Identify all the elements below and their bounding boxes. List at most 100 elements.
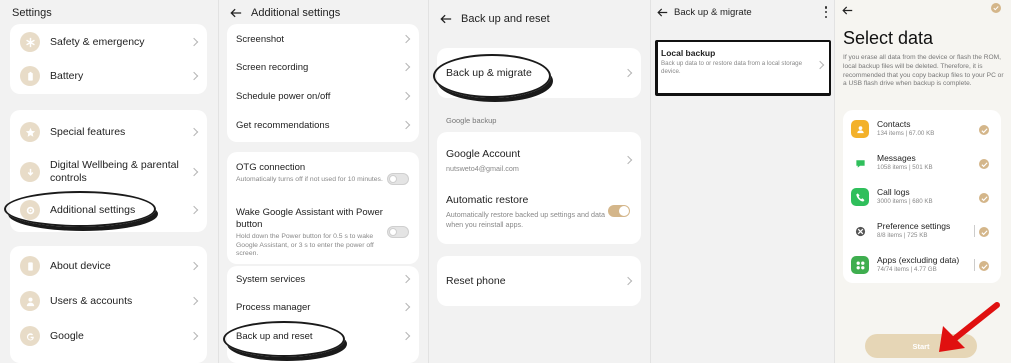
additional-settings-screen: Additional settings Screenshot Screen re… bbox=[218, 0, 428, 363]
back-arrow-icon[interactable] bbox=[439, 12, 453, 26]
menu-item-about-device[interactable]: About device bbox=[10, 252, 207, 280]
item-detail: 3000 items | 680 KB bbox=[877, 198, 933, 205]
asterisk-icon bbox=[20, 32, 40, 52]
menu-item-label: Google bbox=[50, 330, 84, 342]
settings-group-1: Screenshot Screen recording Schedule pow… bbox=[227, 24, 419, 142]
back-arrow-icon[interactable] bbox=[229, 6, 243, 20]
chevron-right-icon bbox=[401, 120, 411, 130]
item-name: Preference settings bbox=[877, 221, 951, 231]
otg-connection-item: OTG connection Automatically turns off i… bbox=[236, 162, 384, 185]
menu-item-label: Process manager bbox=[236, 301, 311, 313]
wake-assistant-description: Hold down the Power button for 0.5 s to … bbox=[236, 233, 374, 257]
check-icon[interactable] bbox=[979, 261, 989, 271]
check-icon[interactable] bbox=[979, 125, 989, 135]
google-account-email: nutsweto4@gmail.com bbox=[446, 164, 519, 173]
wake-assistant-item: Wake Google Assistant with Power button … bbox=[236, 207, 384, 259]
menu-item-google[interactable]: Google bbox=[10, 322, 207, 350]
chevron-right-icon bbox=[815, 60, 825, 70]
header: Back up and reset bbox=[439, 5, 650, 33]
menu-item-label: Special features bbox=[50, 126, 126, 138]
local-backup-text: Local backup Back up data to or restore … bbox=[661, 48, 811, 75]
menu-item-schedule-power[interactable]: Schedule power on/off bbox=[227, 83, 419, 109]
menu-item-special-features[interactable]: Special features bbox=[10, 118, 207, 146]
menu-item-users-accounts[interactable]: Users & accounts bbox=[10, 287, 207, 315]
highlight-ellipse bbox=[4, 191, 156, 227]
phone-icon bbox=[20, 256, 40, 276]
select-all-check-icon[interactable] bbox=[991, 3, 1001, 13]
automatic-restore-description: Automatically restore backed up settings… bbox=[446, 210, 606, 229]
page-title: Settings bbox=[12, 7, 52, 19]
menu-item-get-recommendations[interactable]: Get recommendations bbox=[227, 112, 419, 138]
settings-group-1: Safety & emergency Battery bbox=[10, 24, 207, 94]
chevron-right-icon bbox=[189, 167, 199, 177]
menu-item-screen-recording[interactable]: Screen recording bbox=[227, 54, 419, 80]
menu-item-process-manager[interactable]: Process manager bbox=[227, 294, 419, 320]
apps-icon bbox=[851, 256, 869, 274]
check-icon[interactable] bbox=[979, 193, 989, 203]
data-item-preference-settings[interactable]: Preference settings 8/8 items | 725 KB bbox=[843, 216, 1001, 246]
item-name: Contacts bbox=[877, 119, 911, 129]
item-detail: 8/8 items | 725 KB bbox=[877, 232, 928, 239]
menu-item-label: Screen recording bbox=[236, 61, 309, 73]
data-item-contacts[interactable]: Contacts 134 items | 67.00 KB bbox=[843, 114, 1001, 144]
chevron-right-icon bbox=[189, 331, 199, 341]
automatic-restore-toggle[interactable] bbox=[608, 205, 630, 217]
chevron-right-icon bbox=[623, 276, 633, 286]
chevron-right-icon bbox=[189, 71, 199, 81]
chevron-right-icon bbox=[189, 205, 199, 215]
more-options-icon[interactable] bbox=[824, 6, 828, 18]
data-item-apps[interactable]: Apps (excluding data) 74/74 items | 4.77… bbox=[843, 250, 1001, 280]
wellbeing-icon bbox=[20, 162, 40, 182]
contacts-icon bbox=[851, 120, 869, 138]
back-arrow-icon[interactable] bbox=[655, 5, 669, 19]
page-title: Back up & migrate bbox=[674, 6, 752, 18]
data-item-call-logs[interactable]: Call logs 3000 items | 680 KB bbox=[843, 182, 1001, 212]
otg-toggle[interactable] bbox=[387, 173, 409, 185]
menu-item-system-services[interactable]: System services bbox=[227, 266, 419, 292]
item-name: Call logs bbox=[877, 187, 910, 197]
menu-item-digital-wellbeing[interactable]: Digital Wellbeing & parental controls bbox=[10, 154, 207, 190]
menu-item-label: About device bbox=[50, 260, 111, 272]
chevron-right-icon bbox=[401, 274, 411, 284]
menu-item-battery[interactable]: Battery bbox=[10, 62, 207, 90]
data-item-messages[interactable]: Messages 1058 items | 501 KB bbox=[843, 148, 1001, 178]
red-arrow-annotation bbox=[939, 302, 1000, 352]
chevron-right-icon bbox=[401, 34, 411, 44]
menu-item-screenshot[interactable]: Screenshot bbox=[227, 26, 419, 52]
check-icon[interactable] bbox=[979, 227, 989, 237]
battery-icon bbox=[20, 66, 40, 86]
menu-item-label: Reset phone bbox=[446, 275, 506, 287]
local-backup-label: Local backup bbox=[661, 48, 716, 58]
settings-screen: Settings Safety & emergency Battery Spec… bbox=[0, 0, 218, 363]
otg-label: OTG connection bbox=[236, 162, 306, 173]
wake-assistant-label: Wake Google Assistant with Power button bbox=[236, 207, 383, 230]
chevron-right-icon bbox=[401, 302, 411, 312]
back-arrow-icon[interactable] bbox=[842, 3, 853, 21]
google-account-item[interactable]: Google Account nutsweto4@gmail.com bbox=[446, 148, 616, 174]
menu-item-safety[interactable]: Safety & emergency bbox=[10, 28, 207, 56]
messages-icon bbox=[851, 154, 869, 172]
back-up-reset-screen: Back up and reset Back up & migrate Goog… bbox=[428, 0, 650, 363]
automatic-restore-item: Automatic restore Automatically restore … bbox=[446, 194, 606, 229]
google-account-label: Google Account bbox=[446, 148, 521, 160]
wake-assistant-toggle[interactable] bbox=[387, 226, 409, 238]
menu-item-label: Get recommendations bbox=[236, 119, 330, 131]
settings-group-3: About device Users & accounts Google bbox=[10, 246, 207, 363]
page-description: If you erase all data from the device or… bbox=[843, 54, 1004, 88]
divider bbox=[974, 259, 975, 271]
otg-description: Automatically turns off if not used for … bbox=[236, 176, 383, 183]
preferences-icon bbox=[851, 222, 869, 240]
reset-phone-card: Reset phone bbox=[437, 256, 641, 306]
chevron-right-icon bbox=[401, 91, 411, 101]
menu-item-label: Users & accounts bbox=[50, 295, 133, 307]
chevron-right-icon bbox=[189, 127, 199, 137]
header: Additional settings bbox=[229, 0, 428, 26]
check-icon[interactable] bbox=[979, 159, 989, 169]
local-backup-item[interactable]: Local backup Back up data to or restore … bbox=[655, 40, 831, 96]
item-name: Messages bbox=[877, 153, 916, 163]
highlight-ellipse bbox=[223, 321, 345, 357]
menu-item-reset-phone[interactable]: Reset phone bbox=[437, 268, 641, 294]
local-backup-description: Back up data to or restore data from a l… bbox=[661, 60, 803, 75]
header: Settings bbox=[12, 0, 218, 26]
item-detail: 74/74 items | 4.77 GB bbox=[877, 266, 937, 273]
